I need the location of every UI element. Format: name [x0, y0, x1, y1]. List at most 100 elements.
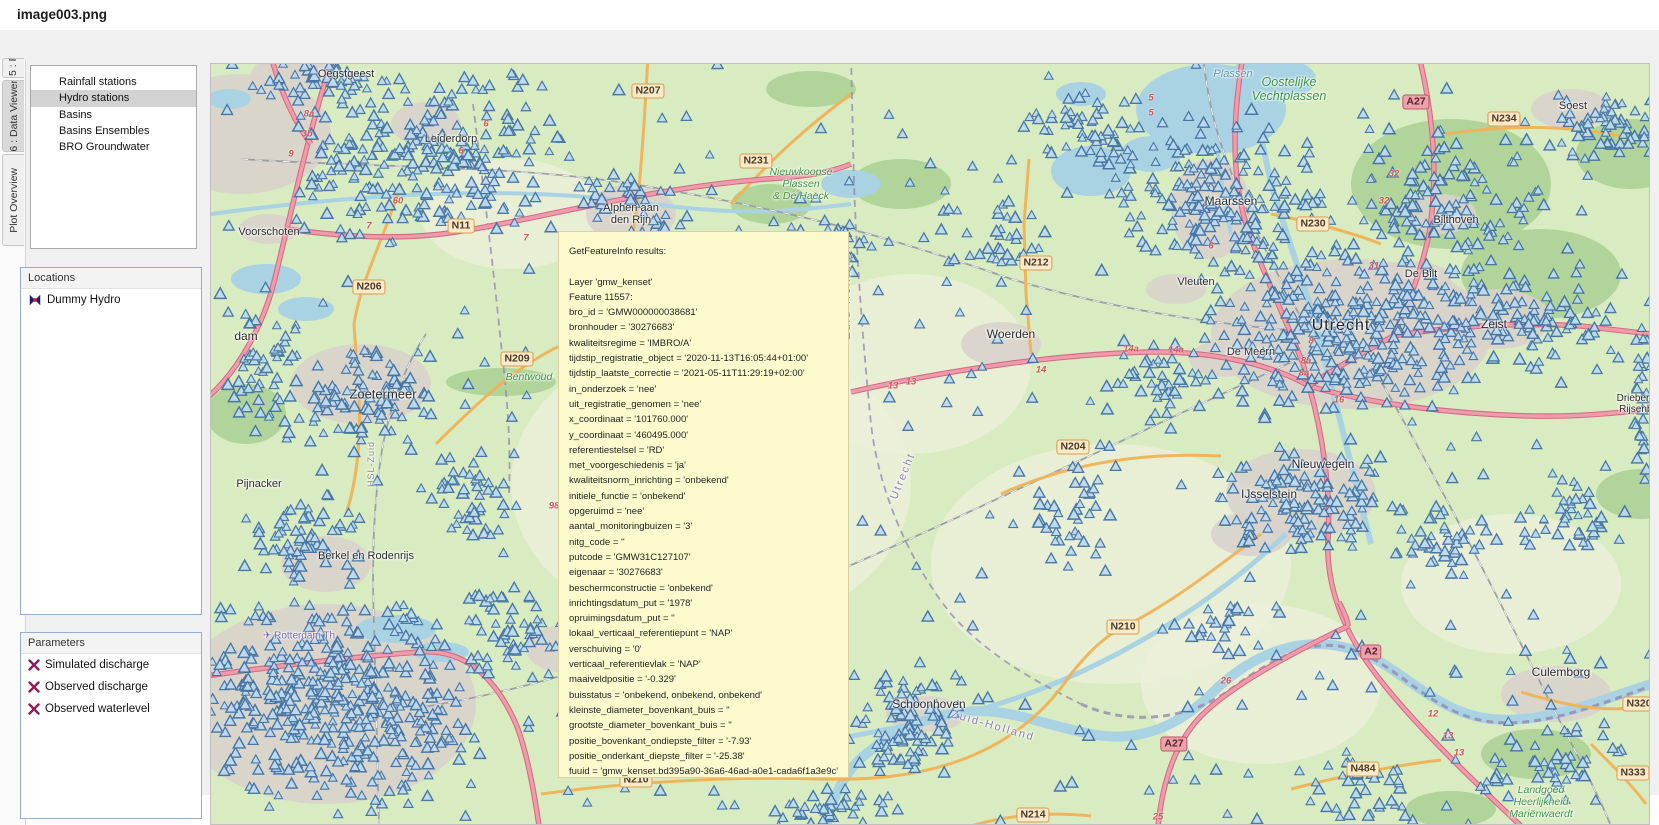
road-badge-n333: N333	[1616, 766, 1649, 781]
tooltip-line: Layer 'gmw_kenset'	[569, 275, 848, 290]
exit-number: 14a	[1168, 345, 1184, 356]
parameter-item[interactable]: Observed discharge	[21, 676, 201, 698]
exit-number: 8	[1308, 336, 1313, 347]
station-group-item-rainfall-stations[interactable]: Rainfall stations	[31, 74, 196, 90]
tooltip-line: putcode = 'GMW31C127107'	[569, 550, 848, 565]
road-badge-a27: A27	[1402, 95, 1429, 110]
tooltip-line: bronhouder = '30276683'	[569, 320, 848, 335]
road-badge-n212: N212	[1019, 256, 1052, 271]
exit-number: 13	[906, 377, 917, 388]
parameter-item-label: Simulated discharge	[45, 659, 149, 671]
station-marker[interactable]	[1191, 64, 1200, 68]
tooltip-line: x_coordinaat = '101760.000'	[569, 412, 848, 427]
tooltip-line: opruimingsdatum_put = ''	[569, 611, 848, 626]
locations-panel: Locations Dummy Hydro	[20, 267, 202, 615]
tab-5[interactable]: 5 : F	[2, 58, 24, 78]
tab-plot-overview[interactable]: Plot Overview	[2, 154, 24, 246]
tooltip-line: Feature 11557:	[569, 290, 848, 305]
road-badge-n231: N231	[739, 154, 772, 169]
station-group-item-bro-groundwater[interactable]: BRO Groundwater	[31, 139, 196, 155]
getfeatureinfo-tooltip: GetFeatureInfo results: Layer 'gmw_kense…	[558, 231, 849, 778]
map-canvas[interactable]: OegstgeestLeiderdorpVoorschotenAlphen aa…	[210, 63, 1650, 825]
tooltip-line: kwaliteitsregime = 'IMBRO/A'	[569, 336, 848, 351]
tooltip-line: positie_bovenkant_ondiepste_filter = '-7…	[569, 734, 848, 749]
tooltip-line: beschermconstructie = 'onbekend'	[569, 581, 848, 596]
tooltip-line: maaiveldpositie = '-0.329'	[569, 672, 848, 687]
parameters-header: Parameters	[21, 633, 201, 654]
parameter-item-label: Observed discharge	[45, 681, 148, 693]
station-marker[interactable]	[712, 64, 723, 69]
tooltip-line: nitg_code = ''	[569, 535, 848, 550]
tooltip-line: met_voorgeschiedenis = 'ja'	[569, 458, 848, 473]
station-group-list: Rainfall stationsHydro stationsBasinsBas…	[30, 65, 197, 249]
tooltip-line: GetFeatureInfo results:	[569, 244, 848, 259]
tooltip-line: positie_onderkant_diepste_filter = '-25.…	[569, 749, 848, 764]
exit-number: 6	[458, 146, 463, 157]
road-badge-n214: N214	[1016, 808, 1049, 823]
station-marker[interactable]	[279, 64, 287, 67]
tooltip-line: kleinste_diameter_bovenkant_buis = ''	[569, 703, 848, 718]
exit-number: 3b	[301, 129, 312, 140]
parameter-item[interactable]: Simulated discharge	[21, 654, 201, 676]
exit-number: 32	[1389, 169, 1400, 180]
exit-number: 16	[1334, 395, 1345, 406]
station-group-item-basins-ensembles[interactable]: Basins Ensembles	[31, 123, 196, 139]
station-group-item-basins[interactable]: Basins	[31, 107, 196, 123]
exit-number: 7	[366, 221, 371, 232]
exit-number: 31	[1369, 261, 1380, 272]
tooltip-line: eigenaar = '30276683'	[569, 565, 848, 580]
x-marker-icon	[28, 681, 40, 693]
locations-header: Locations	[21, 268, 201, 289]
tooltip-line: bro_id = 'GMW000000038681'	[569, 305, 848, 320]
exit-number: 9	[288, 149, 293, 160]
exit-number: 25	[1153, 812, 1164, 823]
road-badge-n207: N207	[631, 84, 664, 99]
exit-number: 8a	[1299, 368, 1310, 379]
road-badge-a27: A27	[1160, 737, 1187, 752]
exit-number: 8a	[1301, 356, 1312, 367]
exit-number: 7	[523, 233, 528, 244]
exit-number: 13	[888, 381, 899, 392]
tooltip-line: initiele_functie = 'onbekend'	[569, 489, 848, 504]
parameters-panel: Parameters Simulated discharge Observed d…	[20, 632, 202, 819]
tooltip-line: inrichtingsdatum_put = '1978'	[569, 596, 848, 611]
road-badge-a2: A2	[1360, 645, 1381, 660]
road-badge-n230: N230	[1296, 217, 1329, 232]
location-item[interactable]: Dummy Hydro	[21, 289, 201, 311]
tab-data-viewer[interactable]: 6 : Data Viewer	[2, 80, 24, 152]
station-marker[interactable]	[227, 64, 238, 68]
tooltip-line	[569, 259, 848, 274]
tooltip-line: tijdstip_registratie_object = '2020-11-1…	[569, 351, 848, 366]
station-marker[interactable]	[1649, 110, 1650, 119]
exit-number: 26	[1221, 676, 1232, 687]
exit-number: 14	[1036, 365, 1047, 376]
x-marker-icon	[28, 659, 40, 671]
tooltip-line: grootste_diameter_bovenkant_buis = ''	[569, 718, 848, 733]
tooltip-line: uit_registratie_genomen = 'nee'	[569, 397, 848, 412]
x-marker-icon	[28, 703, 40, 715]
tooltip-line: verticaal_referentievlak = 'NAP'	[569, 657, 848, 672]
road-badge-n320: N320	[1622, 697, 1650, 712]
tooltip-line: lokaal_verticaal_referentiepunt = 'NAP'	[569, 626, 848, 641]
location-item-label: Dummy Hydro	[47, 294, 120, 306]
tooltip-line: tijdstip_laatste_correctie = '2021-05-11…	[569, 366, 848, 381]
road-badge-n11: N11	[448, 219, 475, 234]
exit-number: 5	[1148, 93, 1153, 104]
tooltip-line: verschuiving = '0'	[569, 642, 848, 657]
road-badge-n209: N209	[500, 352, 533, 367]
tooltip-line: buisstatus = 'onbekend, onbekend, onbeke…	[569, 688, 848, 703]
window-title: image003.png	[17, 7, 107, 22]
station-group-item-hydro-stations[interactable]: Hydro stations	[31, 90, 196, 106]
road-badge-n206: N206	[352, 280, 385, 295]
tooltip-line: fuuid = 'gmw_kenset.bd395a90-36a6-46ad-a…	[569, 764, 848, 778]
exit-number: 60	[393, 196, 404, 207]
tooltip-line: in_onderzoek = 'nee'	[569, 382, 848, 397]
exit-number: 8a	[304, 109, 315, 120]
exit-number: 6	[483, 119, 488, 130]
location-flag-icon	[28, 293, 42, 307]
road-badge-n204: N204	[1056, 440, 1089, 455]
parameter-item[interactable]: Observed waterlevel	[21, 698, 201, 720]
app-window: 5 : F 6 : Data Viewer Plot Overview Rain…	[0, 30, 1659, 795]
exit-number: 32	[1379, 196, 1390, 207]
road-badge-n210: N210	[1106, 620, 1139, 635]
